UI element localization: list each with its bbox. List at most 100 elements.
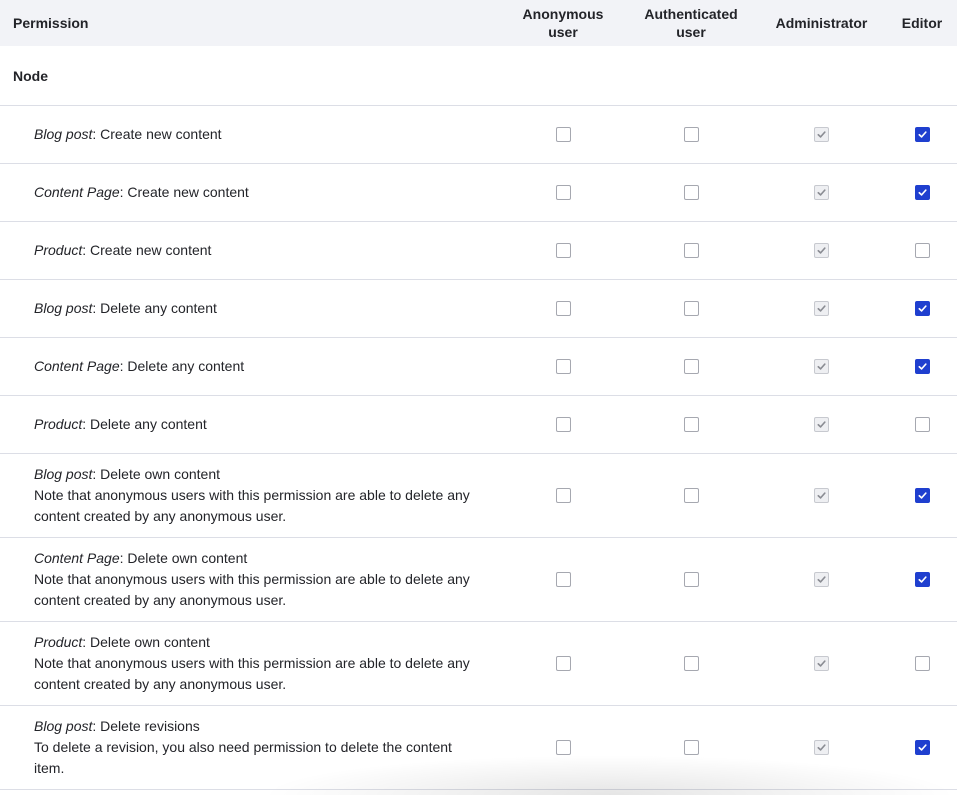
permission-action: : Delete own content <box>92 466 221 482</box>
checkbox-administrator <box>814 416 829 432</box>
cell-authenticated <box>626 337 756 396</box>
cell-editor <box>887 621 957 706</box>
bundle-name: Blog post <box>34 466 93 482</box>
permission-title: Content Page: Delete own content <box>34 550 247 566</box>
checkbox-editor[interactable] <box>914 571 930 587</box>
cell-administrator <box>756 537 887 622</box>
permission-action: : Delete own content <box>82 634 210 650</box>
module-title: Node <box>0 46 957 106</box>
checkbox-authenticated[interactable] <box>683 126 699 142</box>
checkbox-anonymous[interactable] <box>555 416 571 432</box>
cell-anonymous <box>500 279 626 338</box>
cell-anonymous <box>500 621 626 706</box>
permission-description: Content Page: Create new content <box>0 163 500 222</box>
checkmark-icon <box>817 305 826 312</box>
permission-title: Content Page: Create new content <box>34 184 249 200</box>
checkbox-authenticated[interactable] <box>683 739 699 755</box>
checkbox-editor[interactable] <box>914 416 930 432</box>
bundle-name: Product <box>34 242 83 258</box>
cell-anonymous <box>500 337 626 396</box>
checkbox-authenticated[interactable] <box>683 416 699 432</box>
cell-administrator <box>756 105 887 164</box>
permission-action: : Create new content <box>119 184 249 200</box>
cell-anonymous <box>500 705 626 790</box>
checkbox-anonymous[interactable] <box>555 571 571 587</box>
checkmark-icon <box>817 131 826 138</box>
permission-note: Note that anonymous users with this perm… <box>34 487 470 524</box>
permission-description: Product: Create new content <box>0 221 500 280</box>
checkbox-editor[interactable] <box>914 487 930 503</box>
checkbox-editor[interactable] <box>914 242 930 258</box>
checkbox-anonymous[interactable] <box>555 300 571 316</box>
checkbox-anonymous[interactable] <box>555 358 571 374</box>
cell-editor <box>887 105 957 164</box>
cell-administrator <box>756 163 887 222</box>
cell-editor <box>887 537 957 622</box>
permission-description: Blog post: Delete own content Note that a… <box>0 453 500 538</box>
permission-description: Content Page: Delete any content <box>0 337 500 396</box>
checkbox-authenticated[interactable] <box>683 242 699 258</box>
permission-action: : Delete any content <box>92 300 217 316</box>
permission-row: Blog post: Delete own content Note that a… <box>0 453 957 538</box>
checkmark-icon <box>917 131 927 138</box>
cell-authenticated <box>626 537 756 622</box>
cell-administrator <box>756 279 887 338</box>
cell-administrator <box>756 705 887 790</box>
cell-authenticated <box>626 105 756 164</box>
checkbox-authenticated[interactable] <box>683 300 699 316</box>
permission-title: Blog post: Delete own content <box>34 466 220 482</box>
cell-authenticated <box>626 163 756 222</box>
cell-authenticated <box>626 395 756 454</box>
bundle-name: Blog post <box>34 126 93 142</box>
cell-editor <box>887 705 957 790</box>
checkbox-editor[interactable] <box>914 300 930 316</box>
checkbox-anonymous[interactable] <box>555 487 571 503</box>
cell-anonymous <box>500 453 626 538</box>
checkmark-icon <box>917 305 927 312</box>
cell-editor <box>887 163 957 222</box>
permission-row: Blog post: Delete revisions To delete a r… <box>0 705 957 790</box>
checkbox-administrator <box>814 184 829 200</box>
checkbox-administrator <box>814 487 829 503</box>
checkbox-administrator <box>814 655 829 671</box>
checkbox-authenticated[interactable] <box>683 184 699 200</box>
permission-action: : Delete any content <box>119 358 245 374</box>
bundle-name: Blog post <box>34 300 93 316</box>
checkbox-editor[interactable] <box>914 126 930 142</box>
checkbox-administrator <box>814 300 829 316</box>
cell-anonymous <box>500 163 626 222</box>
checkbox-anonymous[interactable] <box>555 655 571 671</box>
checkbox-editor[interactable] <box>914 184 930 200</box>
table-header-row: Permission Anonymous user Authenticated … <box>0 0 957 46</box>
permission-description: Product: Delete own content Note that ano… <box>0 621 500 706</box>
checkbox-anonymous[interactable] <box>555 126 571 142</box>
checkbox-editor[interactable] <box>914 358 930 374</box>
permission-action: : Delete any content <box>82 416 207 432</box>
checkbox-anonymous[interactable] <box>555 242 571 258</box>
permission-row: Content Page: Delete any content <box>0 337 957 396</box>
checkbox-administrator <box>814 571 829 587</box>
checkbox-anonymous[interactable] <box>555 184 571 200</box>
checkbox-authenticated[interactable] <box>683 358 699 374</box>
cell-editor <box>887 453 957 538</box>
bundle-name: Content Page <box>34 550 120 566</box>
permission-title: Product: Create new content <box>34 242 211 258</box>
cell-anonymous <box>500 537 626 622</box>
permission-row: Product: Create new content <box>0 221 957 280</box>
permission-note: Note that anonymous users with this perm… <box>34 655 470 692</box>
checkmark-icon <box>917 189 927 196</box>
permission-description: Content Page: Delete own content Note tha… <box>0 537 500 622</box>
permission-note: Note that anonymous users with this perm… <box>34 571 470 608</box>
column-header-authenticated-user: Authenticated user <box>626 0 756 46</box>
checkbox-anonymous[interactable] <box>555 739 571 755</box>
checkbox-authenticated[interactable] <box>683 571 699 587</box>
cell-editor <box>887 395 957 454</box>
cell-administrator <box>756 395 887 454</box>
checkbox-authenticated[interactable] <box>683 655 699 671</box>
permission-row: Blog post: Delete any content <box>0 279 957 338</box>
bundle-name: Product <box>34 416 83 432</box>
checkbox-authenticated[interactable] <box>683 487 699 503</box>
cell-anonymous <box>500 221 626 280</box>
checkbox-editor[interactable] <box>914 739 930 755</box>
checkbox-editor[interactable] <box>914 655 930 671</box>
